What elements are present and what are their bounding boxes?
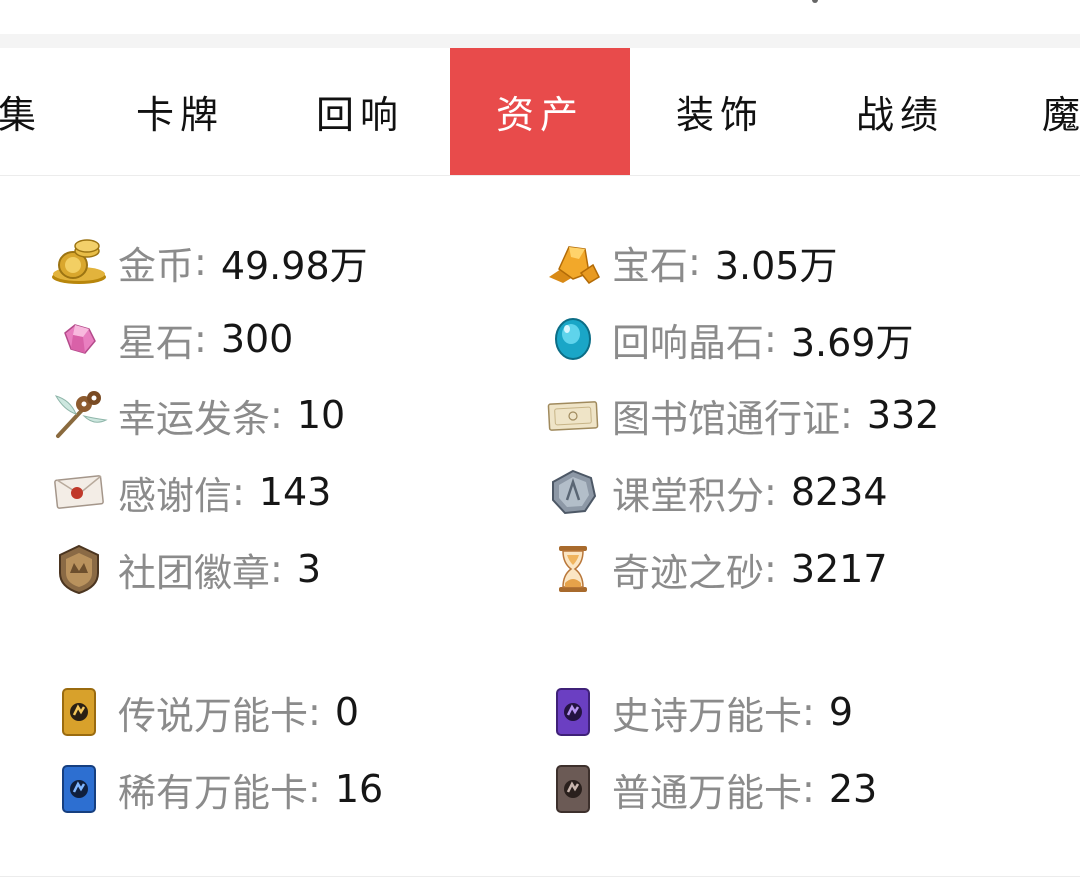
card-label: 普通万能卡 <box>612 770 803 815</box>
separator: : <box>194 317 207 361</box>
common-wildcard-icon <box>542 759 604 819</box>
tab-decoration[interactable]: 装饰 <box>630 48 810 175</box>
rare-wildcard-icon <box>48 759 110 819</box>
asset-gem: 宝石: 3.05万 <box>542 232 837 292</box>
club-badge-icon <box>48 539 110 599</box>
card-label: 稀有万能卡 <box>118 770 309 815</box>
tab-cards[interactable]: 卡牌 <box>90 48 270 175</box>
card-label: 传说万能卡 <box>118 693 309 738</box>
class-points-coin-icon <box>542 462 604 522</box>
separator: : <box>764 317 777 361</box>
card-common: 普通万能卡: 23 <box>542 759 877 819</box>
asset-value: 3217 <box>790 547 888 591</box>
separator: : <box>802 690 815 734</box>
asset-lucky-key: 幸运发条: 10 <box>48 385 345 445</box>
tab-assets[interactable]: 资产 <box>450 48 630 175</box>
gold-coins-icon <box>48 232 110 292</box>
asset-class-points: 课堂积分: 8234 <box>542 462 888 522</box>
asset-label: 课堂积分 <box>612 473 765 518</box>
card-value: 0 <box>334 690 360 734</box>
card-value: 23 <box>828 767 878 811</box>
separator: : <box>802 767 815 811</box>
card-epic: 史诗万能卡: 9 <box>542 682 853 742</box>
star-stone-icon <box>48 309 110 369</box>
library-pass-icon <box>542 385 604 445</box>
separator: : <box>194 240 207 284</box>
asset-value: 3.05万 <box>714 243 838 288</box>
asset-gold: 金币: 49.98万 <box>48 232 368 292</box>
separator: : <box>270 393 283 437</box>
asset-value: 3.69万 <box>790 320 914 365</box>
asset-star-stone: 星石: 300 <box>48 309 293 369</box>
asset-value: 8234 <box>790 470 888 514</box>
asset-value: 300 <box>220 317 294 361</box>
tab-echo[interactable]: 回响 <box>270 48 450 175</box>
bottom-divider <box>0 876 1080 877</box>
separator: : <box>308 767 321 811</box>
asset-value: 49.98万 <box>220 243 368 288</box>
asset-label: 奇迹之砂 <box>612 550 765 595</box>
card-value: 16 <box>334 767 384 811</box>
asset-value: 143 <box>258 470 332 514</box>
asset-label: 感谢信 <box>118 473 233 518</box>
separator: : <box>764 470 777 514</box>
legendary-wildcard-icon <box>48 682 110 742</box>
separator: : <box>308 690 321 734</box>
top-area <box>0 0 1080 34</box>
tab-magic[interactable]: 魔 <box>990 48 1080 175</box>
card-rare: 稀有万能卡: 16 <box>48 759 383 819</box>
tab-record[interactable]: 战绩 <box>810 48 990 175</box>
asset-club-badge: 社团徽章: 3 <box>48 539 321 599</box>
asset-library-pass: 图书馆通行证: 332 <box>542 385 939 445</box>
asset-echo-crystal: 回响晶石: 3.69万 <box>542 309 913 369</box>
separator: : <box>270 547 283 591</box>
asset-value: 3 <box>296 547 322 591</box>
card-value: 9 <box>828 690 854 734</box>
asset-value: 332 <box>866 393 940 437</box>
asset-label: 社团徽章 <box>118 550 271 595</box>
epic-wildcard-icon <box>542 682 604 742</box>
separator: : <box>840 393 853 437</box>
separator: : <box>232 470 245 514</box>
asset-label: 宝石 <box>612 243 689 288</box>
scroll-mark <box>812 0 818 3</box>
asset-label: 回响晶石 <box>612 320 765 365</box>
tab-bar: 集 卡牌 回响 资产 装饰 战绩 魔 <box>0 48 1080 176</box>
echo-crystal-icon <box>542 309 604 369</box>
asset-thank-you-letter: 感谢信: 143 <box>48 462 331 522</box>
separator: : <box>764 547 777 591</box>
asset-miracle-sand: 奇迹之砂: 3217 <box>542 539 888 599</box>
asset-label: 金币 <box>118 243 195 288</box>
asset-label: 幸运发条 <box>118 396 271 441</box>
thank-you-letter-icon <box>48 462 110 522</box>
card-label: 史诗万能卡 <box>612 693 803 738</box>
asset-value: 10 <box>296 393 346 437</box>
hourglass-sand-icon <box>542 539 604 599</box>
card-legendary: 传说万能卡: 0 <box>48 682 359 742</box>
divider-band <box>0 34 1080 48</box>
lucky-windup-key-icon <box>48 385 110 445</box>
gem-icon <box>542 232 604 292</box>
asset-label: 星石 <box>118 320 195 365</box>
separator: : <box>688 240 701 284</box>
asset-label: 图书馆通行证 <box>612 396 841 441</box>
